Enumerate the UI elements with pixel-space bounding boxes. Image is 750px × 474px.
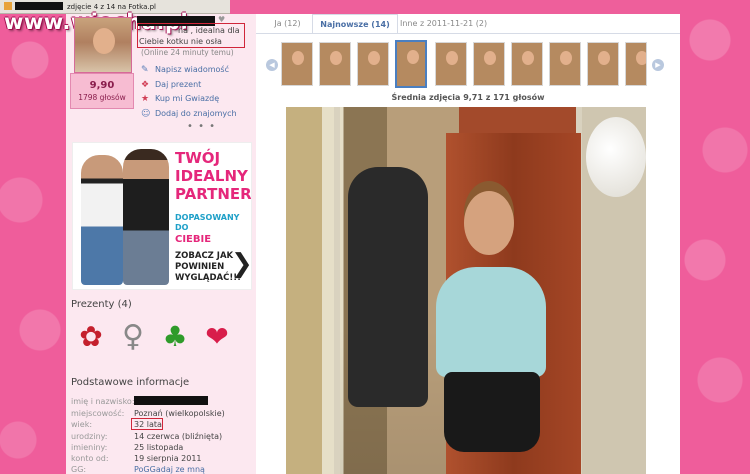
photo-thumbnail[interactable]: [281, 42, 313, 86]
tab-ja[interactable]: Ja (12): [265, 14, 310, 34]
photo-coat: [348, 167, 428, 407]
ad-text-line: DO: [175, 223, 189, 232]
chevron-right-icon[interactable]: ▶: [652, 59, 664, 71]
figure-icon[interactable]: ♀: [116, 318, 150, 356]
basic-info-title: Podstawowe informacje: [71, 377, 190, 388]
photo-thumbnail[interactable]: [435, 42, 467, 86]
photo-thumbnail[interactable]: [587, 42, 619, 86]
buy-star-link[interactable]: ★ Kup mi Gwiazdę: [141, 94, 237, 109]
pink-background-right: [680, 0, 750, 474]
tab-najnowsze[interactable]: Najnowsze (14): [312, 14, 398, 34]
give-gift-link[interactable]: ❖ Daj prezent: [141, 80, 237, 95]
add-friend-icon: ☺: [141, 108, 151, 119]
gifts-title: Prezenty (4): [71, 299, 132, 310]
ad-text-line: DOPASOWANY: [175, 213, 240, 222]
chevron-right-icon: ❯: [231, 249, 252, 279]
avatar[interactable]: [74, 17, 132, 73]
photo-person-skirt: [444, 372, 540, 452]
gift-icon: ❖: [141, 79, 150, 90]
online-status: (Online 24 minuty temu): [141, 48, 234, 57]
score-box: 9,90 1798 głosów: [70, 73, 134, 109]
tabs-divider: [256, 33, 680, 34]
redacted-name: [134, 396, 208, 405]
ad-text-line: ZOBACZ JAK: [175, 251, 234, 261]
status-text-line1: na , idealna dla: [178, 26, 240, 35]
ad-banner[interactable]: TWÓJ IDEALNY PARTNER! DOPASOWANY DO CIEB…: [72, 142, 252, 290]
pink-background-left: [0, 0, 66, 474]
score-votes: 1798 głosów: [78, 93, 126, 102]
favicon-icon: [4, 2, 12, 10]
status-text-line2: Ciebie kotku nie osła: [139, 37, 222, 46]
flowers-icon[interactable]: ✿: [74, 318, 108, 356]
main-photo[interactable]: [286, 107, 646, 474]
lips-icon[interactable]: ❤: [200, 318, 234, 356]
clover-icon[interactable]: ♣: [158, 318, 192, 356]
score-value: 9,90: [89, 80, 115, 91]
photo-thumbnail[interactable]: [319, 42, 351, 86]
ad-text-line: PARTNER!: [175, 185, 252, 203]
gg-link[interactable]: PoGGadaj ze mną: [134, 465, 205, 474]
photo-thumbnail[interactable]: [357, 42, 389, 86]
photo-person-top: [436, 267, 546, 377]
photo-average-rating: Średnia zdjęcia 9,71 z 171 głosów: [391, 93, 545, 102]
photo-thumbnail[interactable]: [625, 42, 647, 86]
ad-text-line: CIEBIE: [175, 234, 212, 245]
photo-person-head: [464, 191, 514, 255]
profile-actions: ✎ Napisz wiadomość ❖ Daj prezent ★ Kup mi G…: [141, 65, 237, 123]
ad-text-line: TWÓJ: [175, 149, 221, 167]
redacted-block: [15, 2, 63, 10]
photo-thumbnail-active[interactable]: [395, 40, 427, 88]
star-icon: ★: [141, 94, 150, 104]
pencil-icon: ✎: [141, 65, 149, 75]
photo-thumbnail[interactable]: [549, 42, 581, 86]
write-message-link[interactable]: ✎ Napisz wiadomość: [141, 65, 237, 80]
ad-text-line: IDEALNY: [175, 167, 248, 185]
tab-inne[interactable]: Inne z 2011-11-21 (2): [400, 14, 487, 34]
ad-model-woman: [81, 155, 123, 285]
ad-text-line: POWINIEN: [175, 262, 225, 272]
chevron-left-icon[interactable]: ◀: [266, 59, 278, 71]
ad-model-man: [123, 149, 169, 285]
photo-lamp: [586, 117, 646, 197]
more-actions-dots[interactable]: • • •: [187, 121, 216, 132]
photo-thumbnail[interactable]: [511, 42, 543, 86]
photo-thumbnail[interactable]: [473, 42, 505, 86]
